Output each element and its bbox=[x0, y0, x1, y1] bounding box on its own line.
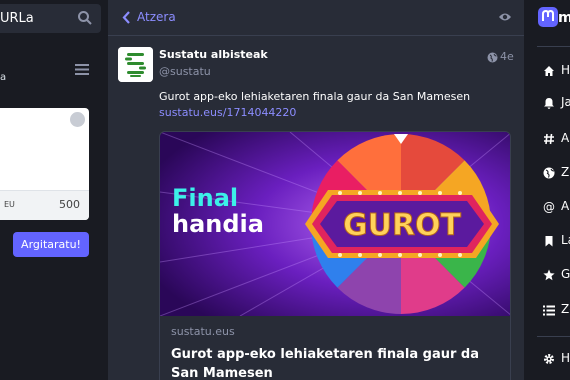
nav-divider bbox=[537, 46, 570, 47]
publish-button[interactable]: Argitaratu! bbox=[13, 232, 89, 257]
star-icon bbox=[543, 269, 555, 281]
mastodon-logo-icon[interactable]: ma bbox=[538, 5, 570, 29]
compose-column: URLa a EU 500 Argitaratu! bbox=[0, 0, 101, 380]
nav-label: Ze bbox=[561, 302, 570, 316]
navigation-panel bbox=[531, 0, 570, 380]
nav-item-mentions[interactable]: @ Ai bbox=[537, 198, 570, 218]
card-image-text-1: Final bbox=[172, 184, 238, 212]
compose-footer: EU 500 bbox=[0, 190, 89, 220]
display-name[interactable]: Sustatu albisteak bbox=[159, 48, 268, 61]
globe-icon bbox=[487, 52, 498, 63]
card-image: GUROT Final handia bbox=[160, 132, 510, 316]
emoji-icon[interactable] bbox=[70, 112, 85, 127]
card-title[interactable]: Gurot app-eko lehiaketaren finala gaur d… bbox=[171, 345, 491, 380]
hashtag-icon bbox=[544, 133, 554, 145]
status-link[interactable]: sustatu.eus/1714044220 bbox=[159, 106, 296, 119]
nav-item-explore[interactable]: Ar bbox=[537, 130, 570, 150]
nav-label: H bbox=[561, 351, 570, 365]
nav-item-home[interactable]: H bbox=[537, 62, 570, 82]
logo-text: ma bbox=[558, 10, 570, 26]
search-icon bbox=[78, 11, 92, 25]
character-counter: 500 bbox=[59, 198, 80, 211]
account-handle[interactable]: @sustatu bbox=[159, 65, 211, 78]
nav-item-lists[interactable]: Ze bbox=[537, 301, 570, 321]
gurot-logo-text: GUROT bbox=[343, 208, 462, 243]
nav-label: Ai bbox=[561, 199, 570, 213]
status-column: Atzera Sustatu albisteak @sustatu 4e Gur… bbox=[108, 0, 524, 380]
account-text: a bbox=[0, 72, 7, 83]
nav-label: Ze bbox=[561, 165, 570, 179]
nav-label: Ja bbox=[561, 95, 570, 109]
nav-item-federated[interactable]: Ze bbox=[537, 164, 570, 184]
nav-label: Go bbox=[561, 267, 570, 281]
nav-item-bookmarks[interactable]: La bbox=[537, 232, 570, 252]
sustatu-logo-icon bbox=[118, 47, 153, 82]
status-detail: Sustatu albisteak @sustatu 4e Gurot app-… bbox=[108, 37, 524, 380]
language-button[interactable]: EU bbox=[4, 200, 15, 209]
list-icon bbox=[543, 305, 555, 316]
timestamp[interactable]: 4e bbox=[500, 50, 514, 63]
avatar[interactable] bbox=[118, 47, 153, 82]
chevron-left-icon[interactable] bbox=[122, 11, 131, 24]
card-image-text-2: handia bbox=[172, 210, 264, 238]
nav-item-favourites[interactable]: Go bbox=[537, 266, 570, 286]
card-domain: sustatu.eus bbox=[171, 325, 235, 338]
nav-label: Ar bbox=[561, 131, 570, 145]
back-button[interactable]: Atzera bbox=[137, 10, 176, 24]
bell-icon bbox=[544, 98, 554, 109]
eye-icon[interactable] bbox=[498, 11, 512, 23]
link-preview-card[interactable]: GUROT Final handia sustatu.eus Gurot app… bbox=[159, 131, 511, 380]
home-icon bbox=[544, 66, 554, 76]
search-bar[interactable]: URLa bbox=[0, 4, 101, 33]
card-image-graphic: GUROT Final handia bbox=[160, 132, 510, 316]
status-content: Gurot app-eko lehiaketaren finala gaur d… bbox=[159, 90, 471, 103]
nav-divider bbox=[537, 336, 570, 337]
menu-icon[interactable] bbox=[75, 64, 89, 75]
globe-icon bbox=[543, 167, 555, 179]
search-input[interactable]: URLa bbox=[0, 11, 34, 26]
column-header: Atzera bbox=[108, 0, 524, 36]
nav-item-preferences[interactable]: H bbox=[537, 350, 570, 370]
nav-item-notifications[interactable]: Ja bbox=[537, 94, 570, 114]
nav-label: H bbox=[561, 63, 570, 77]
nav-label: La bbox=[561, 233, 570, 247]
compose-textarea[interactable]: EU 500 bbox=[0, 108, 89, 220]
gear-icon bbox=[544, 354, 554, 364]
bookmark-icon bbox=[545, 236, 553, 247]
at-icon: @ bbox=[543, 200, 555, 214]
